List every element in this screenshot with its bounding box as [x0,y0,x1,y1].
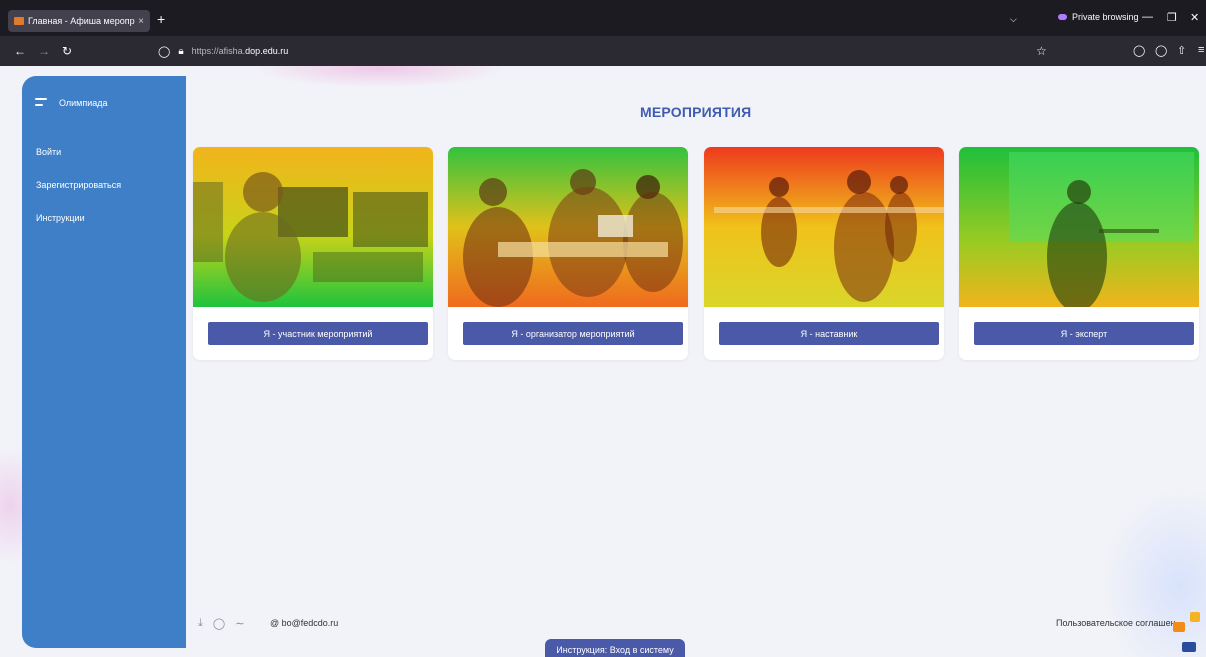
mentor-role-button[interactable]: Я - наставник [719,322,939,345]
extensions-icon[interactable]: ⇧ [1177,44,1186,57]
mentor-photo [704,147,944,307]
pocket-icon[interactable]: ◯ [1133,44,1145,57]
participant-photo [193,147,433,307]
back-arrow-icon[interactable]: ← [14,44,26,58]
expert-photo [959,147,1199,307]
footer-social-icons: ⤓ ◯ ∼ [198,617,254,630]
page-content: Олимпиада Войти Зарегистрироваться Инстр… [0,66,1206,657]
download-icon[interactable]: ⤓ [198,617,203,630]
tracking-shield-icon[interactable]: ◯ [158,45,170,58]
forward-arrow-icon[interactable]: → [38,44,50,58]
user-agreement-link[interactable]: Пользовательское соглашение [1056,618,1176,628]
role-card-expert: Я - эксперт [959,147,1199,360]
close-window-icon[interactable]: ✕ [1190,11,1199,24]
private-mask-icon [1058,14,1067,20]
sidebar-item-instructions[interactable]: Инструкции [36,213,85,223]
role-card-participant: Я - участник мероприятий [193,147,433,360]
footer-email[interactable]: @ bo@fedcdo.ru [270,618,338,628]
expert-role-button[interactable]: Я - эксперт [974,322,1194,345]
url-bar[interactable]: ◯ 🔒︎ https://afisha.dop.edu.ru [152,40,1057,62]
new-tab-button[interactable]: + [157,12,165,26]
reload-icon[interactable]: ↻ [62,44,72,58]
maximize-window-icon[interactable]: ❐ [1167,11,1177,24]
minimize-window-icon[interactable]: — [1142,11,1153,23]
role-card-mentor: Я - наставник [704,147,944,360]
url-text[interactable]: https://afisha.dop.edu.ru [192,46,289,56]
bookmark-star-icon[interactable]: ☆ [1036,44,1047,58]
private-browsing-label: Private browsing [1072,12,1139,22]
compass-icon[interactable]: ◯ [213,617,225,630]
site-favicon-icon [14,17,24,25]
sidebar-item-login[interactable]: Войти [36,147,61,157]
corner-logo-icon [1190,612,1200,622]
role-card-organizer: Я - организатор мероприятий [448,147,688,360]
corner-logo-icon [1182,642,1196,652]
sidebar: Олимпиада Войти Зарегистрироваться Инстр… [22,76,186,648]
sidebar-title[interactable]: Олимпиада [59,98,108,108]
decor-blob-right [1100,486,1206,657]
browser-nav-bar: ← → ↻ ◯ 🔒︎ https://afisha.dop.edu.ru ☆ ◯… [0,36,1206,66]
list-all-tabs-icon[interactable]: ⌵ [1010,14,1017,25]
organizer-photo [448,147,688,307]
app-menu-icon[interactable]: ≡ [1198,44,1204,56]
sidebar-item-register[interactable]: Зарегистрироваться [36,180,121,190]
logo-icon[interactable]: ∼ [235,617,244,630]
lock-icon[interactable]: 🔒︎ [178,46,183,57]
browser-tab-strip: Главная - Афиша мероприятий × + ⌵ Privat… [0,0,1206,36]
browser-tab[interactable]: Главная - Афиша мероприятий × [8,10,150,32]
page-title: МЕРОПРИЯТИЯ [640,104,752,120]
tab-title: Главная - Афиша мероприятий [28,16,135,26]
close-tab-icon[interactable]: × [138,16,144,27]
private-browsing-indicator: Private browsing [1058,12,1139,22]
participant-role-button[interactable]: Я - участник мероприятий [208,322,428,345]
corner-logo-icon [1173,622,1185,632]
decor-blob-top [250,66,510,88]
menu-toggle-icon[interactable] [35,98,47,108]
account-icon[interactable]: ◯ [1155,44,1167,57]
instructions-button[interactable]: Инструкция: Вход в систему [545,639,685,657]
organizer-role-button[interactable]: Я - организатор мероприятий [463,322,683,345]
